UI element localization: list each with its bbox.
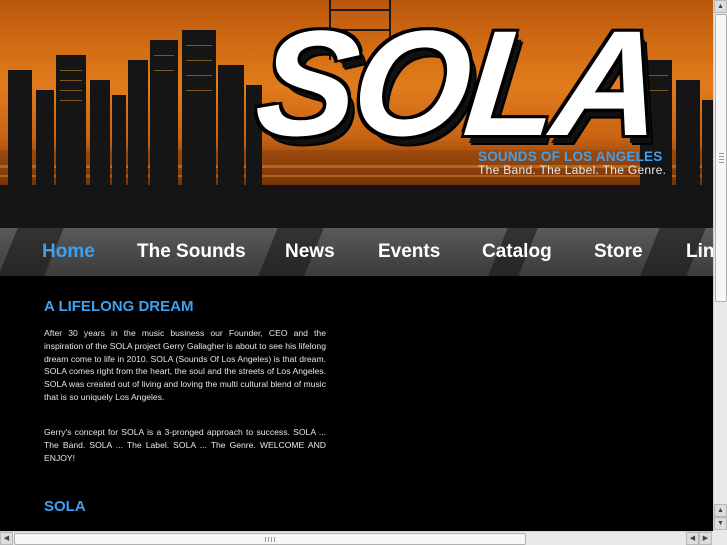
nav-item-events[interactable]: Events	[378, 241, 440, 263]
vertical-scroll-thumb[interactable]	[715, 14, 727, 302]
scrollbar-corner	[713, 531, 727, 545]
concept-paragraph: Gerry's concept for SOLA is a 3-pronged …	[44, 427, 326, 463]
main-navigation: Home The Sounds News Events Catalog Stor…	[0, 228, 713, 276]
nav-item-links[interactable]: Lin	[686, 241, 713, 263]
site-header: SOLA SOUNDS OF LOS ANGELES The Band. The…	[0, 0, 713, 228]
arrow-right-icon[interactable]: ▶	[699, 532, 712, 545]
main-content: A LIFELONG DREAM After 30 years in the m…	[0, 276, 713, 531]
tagline-primary: SOUNDS OF LOS ANGELES	[478, 149, 663, 164]
logo-text: SOLA	[249, 0, 668, 167]
nav-item-news[interactable]: News	[285, 241, 335, 263]
nav-item-the-sounds[interactable]: The Sounds	[137, 241, 246, 263]
section-heading-lifelong-dream: A LIFELONG DREAM	[44, 298, 194, 315]
arrow-up-icon[interactable]: ▲	[714, 504, 727, 517]
tagline-secondary: The Band. The Label. The Genre.	[478, 163, 667, 177]
arrow-up-icon[interactable]: ▲	[714, 0, 727, 13]
arrow-left-icon[interactable]: ◀	[0, 532, 13, 545]
nav-item-catalog[interactable]: Catalog	[482, 241, 552, 263]
nav-item-home[interactable]: Home	[42, 241, 95, 263]
arrow-down-icon[interactable]: ▼	[714, 517, 727, 530]
grip-icon	[265, 537, 275, 542]
horizontal-scroll-thumb[interactable]	[14, 533, 526, 545]
grip-icon	[719, 153, 724, 163]
vertical-scrollbar[interactable]: ▲ ▲ ▼	[713, 0, 727, 531]
nav-item-store[interactable]: Store	[594, 241, 643, 263]
browser-viewport: SOLA SOUNDS OF LOS ANGELES The Band. The…	[0, 0, 713, 531]
section-heading-sola: SOLA	[44, 498, 86, 515]
arrow-left-icon[interactable]: ◀	[686, 532, 699, 545]
horizontal-scrollbar[interactable]: ◀ ◀ ▶	[0, 531, 713, 545]
intro-paragraph: After 30 years in the music business our…	[44, 328, 326, 402]
